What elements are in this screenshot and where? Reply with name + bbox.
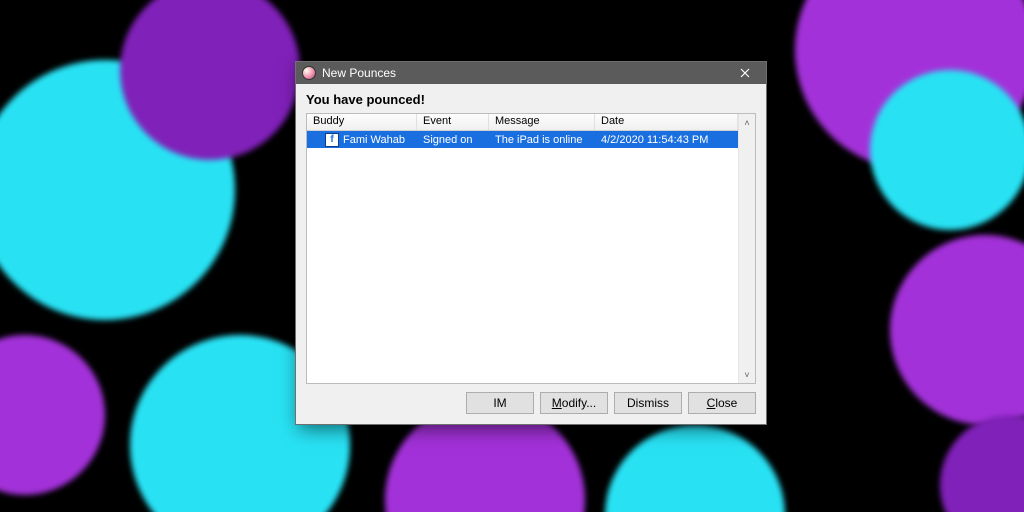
- cell-buddy: f Fami Wahab: [307, 133, 417, 147]
- dismiss-button[interactable]: Dismiss: [614, 392, 682, 414]
- rows-area[interactable]: f Fami Wahab Signed on The iPad is onlin…: [307, 131, 738, 383]
- close-icon[interactable]: [730, 64, 760, 82]
- new-pounces-dialog: New Pounces You have pounced! Buddy Even…: [295, 61, 767, 425]
- col-buddy[interactable]: Buddy: [307, 114, 417, 130]
- close-button[interactable]: Close: [688, 392, 756, 414]
- cell-message: The iPad is online: [489, 134, 595, 146]
- heading-text: You have pounced!: [296, 84, 766, 113]
- bokeh-circle: [940, 415, 1024, 512]
- button-row: IM Modify... Dismiss Close: [296, 384, 766, 424]
- modify-button[interactable]: Modify...: [540, 392, 608, 414]
- window-title: New Pounces: [322, 66, 730, 80]
- col-event[interactable]: Event: [417, 114, 489, 130]
- app-icon: [302, 66, 316, 80]
- bokeh-circle: [890, 235, 1024, 425]
- column-headers[interactable]: Buddy Event Message Date: [307, 114, 738, 131]
- cell-event: Signed on: [417, 134, 489, 146]
- bokeh-circle: [0, 335, 105, 495]
- scroll-track[interactable]: [739, 131, 755, 366]
- col-date[interactable]: Date: [595, 114, 738, 130]
- pounce-list: Buddy Event Message Date f Fami Wahab Si…: [306, 113, 756, 384]
- table-row[interactable]: f Fami Wahab Signed on The iPad is onlin…: [307, 131, 738, 148]
- titlebar[interactable]: New Pounces: [296, 62, 766, 84]
- scroll-up-icon[interactable]: ˄: [739, 114, 755, 131]
- vertical-scrollbar[interactable]: ˄ ˅: [738, 114, 755, 383]
- im-button[interactable]: IM: [466, 392, 534, 414]
- bokeh-circle: [870, 70, 1024, 230]
- scroll-down-icon[interactable]: ˅: [739, 366, 755, 383]
- buddy-name: Fami Wahab: [343, 134, 405, 146]
- bokeh-circle: [605, 425, 785, 512]
- cell-date: 4/2/2020 11:54:43 PM: [595, 134, 738, 146]
- buddy-service-icon: f: [325, 133, 339, 147]
- col-message[interactable]: Message: [489, 114, 595, 130]
